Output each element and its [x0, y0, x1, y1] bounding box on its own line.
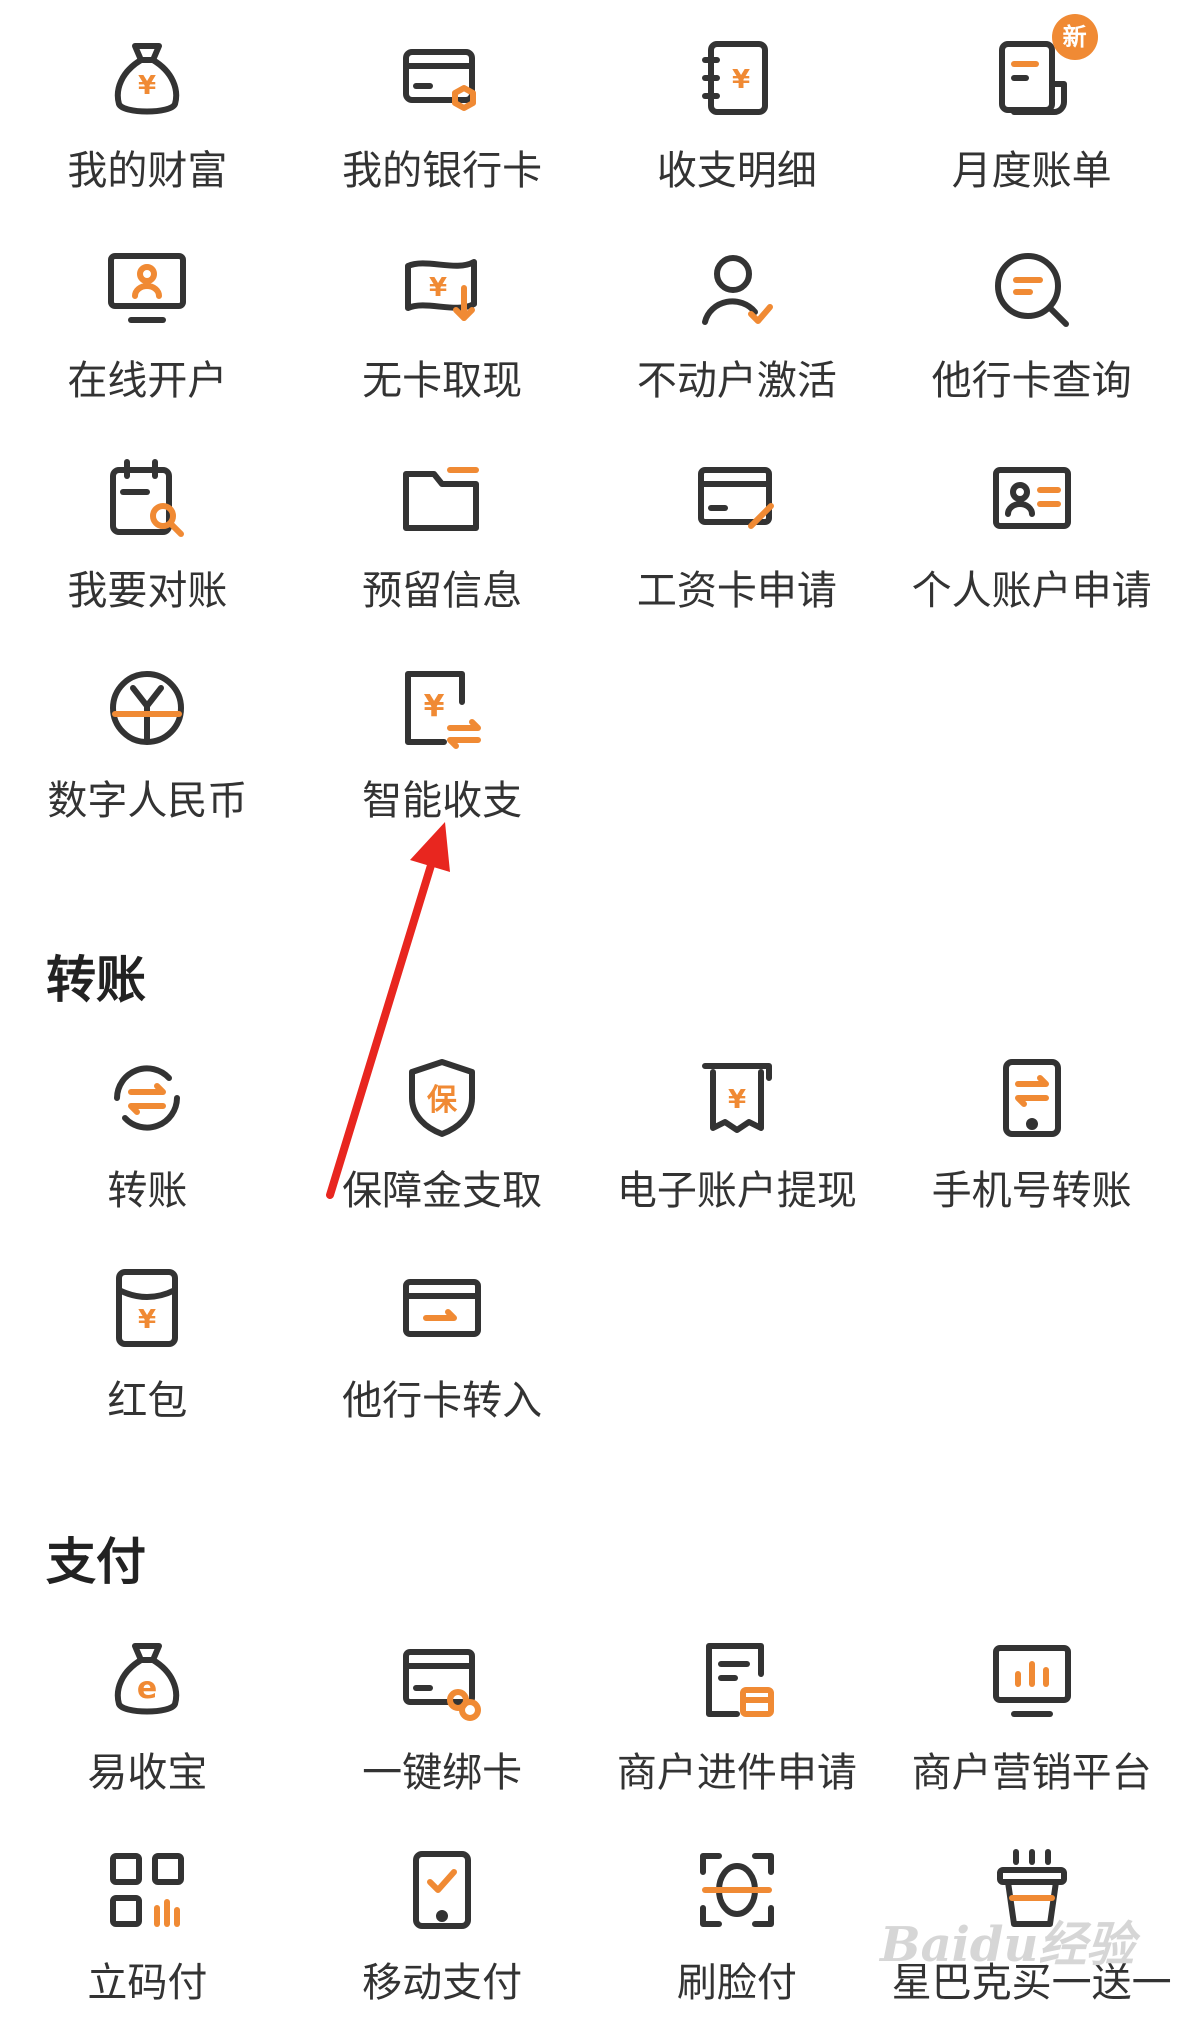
phone-transfer-icon [986, 1052, 1078, 1144]
chart-monitor-icon [986, 1634, 1078, 1726]
service-item-label: 转账 [107, 1168, 188, 1214]
red-packet-icon: ¥ [101, 1262, 193, 1354]
service-item-face-scan[interactable]: 刷脸付 [590, 1812, 885, 2022]
service-item-label: 一键绑卡 [362, 1750, 523, 1796]
svg-text:¥: ¥ [732, 65, 750, 95]
transfer-cycle-icon [101, 1052, 193, 1144]
svg-text:¥: ¥ [138, 1305, 156, 1335]
service-item-ledger[interactable]: ¥ 收支明细 [590, 0, 885, 210]
service-item-id-card[interactable]: 个人账户申请 [884, 420, 1179, 630]
qr-grid-icon [101, 1844, 193, 1936]
service-item-label: 个人账户申请 [911, 568, 1152, 614]
monitor-person-icon [101, 242, 193, 334]
service-item-label: 手机号转账 [931, 1168, 1132, 1214]
service-item-money-bag[interactable]: ¥ 我的财富 [0, 0, 295, 210]
new-badge: 新 [1051, 14, 1098, 60]
service-item-label: 刷脸付 [676, 1960, 797, 2006]
service-item-label: 红包 [107, 1378, 188, 1424]
service-item-monitor-person[interactable]: 在线开户 [0, 210, 295, 420]
folder-icon [396, 452, 488, 544]
service-item-label: 在线开户 [67, 358, 228, 404]
service-item-e-bag[interactable]: e 易收宝 [0, 1602, 295, 1812]
service-item-shield-bao[interactable]: 保保障金支取 [295, 1020, 590, 1230]
cash-withdraw-icon: ¥ [396, 242, 488, 334]
service-item-atm-receipt[interactable]: ¥ 电子账户提现 [590, 1020, 885, 1230]
service-item-label: 无卡取现 [362, 358, 523, 404]
money-bag-icon: ¥ [101, 32, 193, 124]
service-item-user-check[interactable]: 不动户激活 [590, 210, 885, 420]
service-item-card-link[interactable]: 一键绑卡 [295, 1602, 590, 1812]
service-item-label: 保障金支取 [342, 1168, 543, 1214]
service-item-label: 商户营销平台 [911, 1750, 1152, 1796]
shield-bao-icon: 保 [396, 1052, 488, 1144]
service-item-smart-transfer[interactable]: ¥ 智能收支 [295, 630, 590, 840]
service-item-card-edit[interactable]: 工资卡申请 [590, 420, 885, 630]
calendar-search-icon [101, 452, 193, 544]
id-card-icon [986, 452, 1078, 544]
service-item-merchant-doc[interactable]: 商户进件申请 [590, 1602, 885, 1812]
service-item-label: 收支明细 [656, 148, 817, 194]
service-item-label: 我的财富 [67, 148, 228, 194]
service-item-label: 月度账单 [951, 148, 1112, 194]
service-item-chart-monitor[interactable]: 商户营销平台 [884, 1602, 1179, 1812]
service-item-label: 立码付 [87, 1960, 208, 2006]
smart-transfer-icon: ¥ [396, 662, 488, 754]
service-item-phone-transfer[interactable]: 手机号转账 [884, 1020, 1179, 1230]
service-item-label: 商户进件申请 [616, 1750, 857, 1796]
service-item-card-transfer-in[interactable]: 他行卡转入 [295, 1230, 590, 1440]
service-item-label: 他行卡转入 [342, 1378, 543, 1424]
ledger-icon: ¥ [691, 32, 783, 124]
svg-text:¥: ¥ [424, 689, 445, 724]
card-edit-icon [691, 452, 783, 544]
search-chat-icon [986, 242, 1078, 334]
service-item-red-packet[interactable]: ¥ 红包 [0, 1230, 295, 1440]
service-item-label: 移动支付 [362, 1960, 523, 2006]
service-item-bill[interactable]: 新月度账单 [884, 0, 1179, 210]
svg-text:¥: ¥ [429, 273, 447, 303]
service-item-digital-rmb[interactable]: 数字人民币 [0, 630, 295, 840]
bank-card-icon [396, 32, 488, 124]
transfer-grid: 转账 保保障金支取 ¥ 电子账户提现 手机号转账 ¥ 红包 他行卡转入 [0, 1020, 1179, 1440]
atm-receipt-icon: ¥ [691, 1052, 783, 1144]
service-item-label: 我的银行卡 [342, 148, 543, 194]
service-item-label: 工资卡申请 [636, 568, 837, 614]
service-item-transfer-cycle[interactable]: 转账 [0, 1020, 295, 1230]
card-transfer-in-icon [396, 1262, 488, 1354]
service-item-label: 智能收支 [362, 778, 523, 824]
payment-section-title: 支付 [46, 1533, 146, 1591]
service-item-search-chat[interactable]: 他行卡查询 [884, 210, 1179, 420]
service-item-label: 他行卡查询 [931, 358, 1132, 404]
face-scan-icon [691, 1844, 783, 1936]
svg-text:e: e [137, 1671, 157, 1706]
service-item-label: 预留信息 [362, 568, 523, 614]
service-item-label: 不动户激活 [636, 358, 837, 404]
svg-text:¥: ¥ [728, 1085, 746, 1115]
transfer-section-title: 转账 [46, 951, 146, 1009]
mobile-pay-icon [396, 1844, 488, 1936]
merchant-doc-icon [691, 1634, 783, 1726]
svg-text:¥: ¥ [138, 71, 156, 101]
service-item-cash-withdraw[interactable]: ¥ 无卡取现 [295, 210, 590, 420]
account-services-grid: ¥ 我的财富 我的银行卡 ¥ 收支明细 新月度账单 在线开户 ¥ 无卡取现 不动户激活 他行卡查询我… [0, 0, 1179, 840]
digital-rmb-icon [101, 662, 193, 754]
service-item-label: 数字人民币 [47, 778, 248, 824]
watermark: Baidu经验 [880, 1917, 1135, 1973]
e-bag-icon: e [101, 1634, 193, 1726]
service-item-mobile-pay[interactable]: 移动支付 [295, 1812, 590, 2022]
service-item-qr-grid[interactable]: 立码付 [0, 1812, 295, 2022]
service-item-calendar-search[interactable]: 我要对账 [0, 420, 295, 630]
card-link-icon [396, 1634, 488, 1726]
service-item-label: 易收宝 [87, 1750, 208, 1796]
user-check-icon [691, 242, 783, 334]
service-item-label: 我要对账 [67, 568, 228, 614]
service-item-label: 电子账户提现 [616, 1168, 857, 1214]
svg-text:保: 保 [427, 1083, 458, 1118]
service-item-folder[interactable]: 预留信息 [295, 420, 590, 630]
service-item-bank-card[interactable]: 我的银行卡 [295, 0, 590, 210]
